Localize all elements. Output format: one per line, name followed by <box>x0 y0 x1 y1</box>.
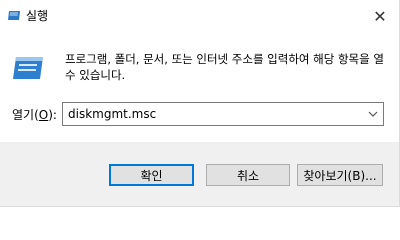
open-label-suffix: ): <box>48 108 57 122</box>
run-dialog: 실행 ✕ 프로그램, 폴더, 문서, 또는 인터넷 주소를 입력하여 해당 항목… <box>0 0 400 207</box>
open-label-prefix: 열기( <box>12 108 39 122</box>
ok-button[interactable]: 확인 <box>109 164 194 186</box>
open-combobox[interactable]: diskmgmt.msc <box>62 102 384 126</box>
close-button[interactable]: ✕ <box>367 5 393 27</box>
window-title: 실행 <box>26 9 49 23</box>
browse-button[interactable]: 찾아보기(B)... <box>297 164 383 186</box>
button-bar: 확인 취소 찾아보기(B)... <box>0 142 399 206</box>
title-bar[interactable]: 실행 ✕ <box>0 0 399 32</box>
cancel-button[interactable]: 취소 <box>206 164 290 186</box>
run-icon <box>7 10 21 21</box>
open-input[interactable]: diskmgmt.msc <box>68 106 156 122</box>
dialog-content: 프로그램, 폴더, 문서, 또는 인터넷 주소를 입력하여 해당 항목을 열 수… <box>0 32 399 142</box>
open-label-accesskey: O <box>38 108 49 122</box>
description-text: 프로그램, 폴더, 문서, 또는 인터넷 주소를 입력하여 해당 항목을 열 수… <box>65 52 384 82</box>
chevron-down-icon[interactable] <box>366 106 380 122</box>
open-label: 열기(O): <box>12 107 57 123</box>
run-large-icon <box>12 55 44 81</box>
